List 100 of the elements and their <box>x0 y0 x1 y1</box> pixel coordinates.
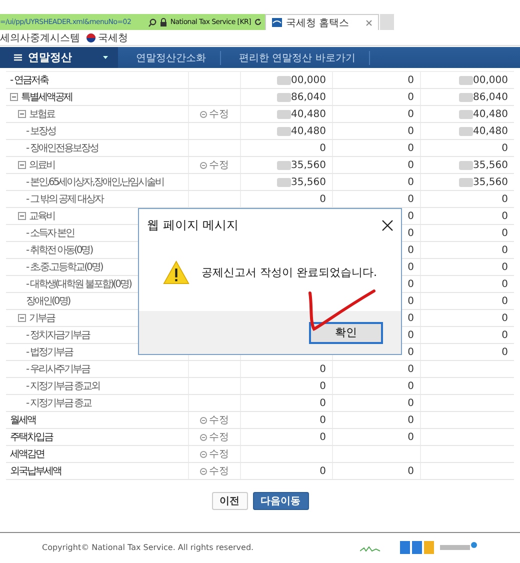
breadcrumb-link[interactable]: 연말정산간소화 <box>118 50 221 64</box>
row-label: 의료비 <box>29 159 54 172</box>
amount-cell: 40,480 <box>291 126 326 136</box>
circle-minus-icon <box>200 162 207 168</box>
amount-cell: 0 <box>408 296 414 306</box>
amount-cell: 0 <box>502 312 508 324</box>
amount-cell: 0 <box>408 466 414 476</box>
circle-minus-icon <box>200 468 207 474</box>
row-label: - 지정기부금 종교외 <box>26 380 100 393</box>
row-label: 기부금 <box>29 312 54 325</box>
refresh-icon[interactable] <box>254 18 262 26</box>
row-label: - 보장성 <box>26 125 56 138</box>
search-icon[interactable] <box>148 18 158 26</box>
amount-cell: 0 <box>502 142 508 154</box>
amount-cell: 00,000 <box>291 74 326 86</box>
amount-cell: 0 <box>408 74 414 86</box>
amount-cell: 0 <box>408 262 414 272</box>
edit-link[interactable]: 수정 <box>200 430 229 444</box>
warning-icon <box>163 259 190 286</box>
browser-tab[interactable]: 국세청 홈택스 <box>265 14 379 30</box>
row-label: 교육비 <box>29 210 54 223</box>
row-label: - 지정기부금 종교 <box>26 397 91 410</box>
row-label: - 연금저축 <box>10 74 48 87</box>
row-label: 특별세액공제 <box>21 91 72 104</box>
amount-cell: 0 <box>502 210 508 222</box>
amount-cell: 35,560 <box>473 160 508 170</box>
amount-cell: 35,560 <box>473 176 508 188</box>
amount-cell: 0 <box>502 194 508 204</box>
dialog-title: 웹 페이지 메시지 <box>147 217 239 234</box>
amount-cell: 0 <box>320 364 326 374</box>
amount-cell: 0 <box>408 142 414 154</box>
edit-link[interactable]: 수정 <box>200 464 229 478</box>
edit-link[interactable]: 수정 <box>200 158 229 172</box>
tree-toggle-icon[interactable] <box>18 314 26 322</box>
row-label: - 소득자 본인 <box>26 227 74 240</box>
row-label: - 그 밖의 공제 대상자 <box>26 193 103 206</box>
edit-link[interactable]: 수정 <box>200 107 229 121</box>
amount-cell: 00,000 <box>473 74 508 86</box>
amount-cell: 0 <box>320 398 326 408</box>
amount-cell: 0 <box>408 380 414 392</box>
amount-cell: 35,560 <box>291 176 326 188</box>
breadcrumb-link[interactable]: 편리한 연말정산 바로가기 <box>221 50 370 64</box>
amount-cell: 86,040 <box>473 92 508 102</box>
tree-toggle-icon[interactable] <box>18 161 26 169</box>
copyright-text: Copyright© National Tax Service. All rights reserved. <box>42 542 254 552</box>
amount-cell: 0 <box>408 398 414 408</box>
amount-cell: 0 <box>408 364 414 374</box>
row-label: 월세액 <box>10 414 36 427</box>
amount-cell: 0 <box>408 194 414 204</box>
row-label: - 본인,65세이상자,장애인,난임시술비 <box>26 176 164 189</box>
next-button[interactable]: 다음이동 <box>252 492 308 510</box>
row-label: 보험료 <box>29 108 54 121</box>
amount-cell: 86,040 <box>291 92 326 102</box>
amount-cell: 0 <box>408 278 414 290</box>
emblem-icon <box>86 32 96 42</box>
edit-link[interactable]: 수정 <box>200 447 229 461</box>
row-label: 장애인(0명) <box>26 295 70 308</box>
menu-icon <box>14 54 22 61</box>
circle-minus-icon <box>200 434 207 440</box>
tree-toggle-icon[interactable] <box>18 110 26 118</box>
row-label: - 초.중.고등학교(0명) <box>26 261 102 274</box>
amount-cell: 0 <box>502 228 508 238</box>
favorite-link[interactable]: 국세청 <box>98 30 128 44</box>
amount-cell: 0 <box>408 160 414 170</box>
edit-link[interactable]: 수정 <box>200 413 229 427</box>
amount-cell: 0 <box>320 194 326 204</box>
tree-toggle-icon[interactable] <box>18 212 26 220</box>
ok-button[interactable]: 확인 <box>309 322 383 344</box>
circle-minus-icon <box>200 416 207 424</box>
menu-button[interactable]: 연말정산 <box>0 47 118 68</box>
amount-cell: 0 <box>320 414 326 426</box>
previous-button[interactable]: 이전 <box>212 492 248 510</box>
row-label: - 대학생(대학원 불포함)(0명) <box>26 278 131 291</box>
amount-cell: 0 <box>408 414 414 426</box>
lock-icon <box>160 18 168 26</box>
amount-cell: 0 <box>502 262 508 272</box>
row-label: - 장애인전용보장성 <box>26 142 98 155</box>
amount-cell: 0 <box>408 346 414 358</box>
amount-cell: 40,480 <box>473 126 508 136</box>
row-label: - 취학전 아동(0명) <box>26 244 92 257</box>
amount-cell: 40,480 <box>473 108 508 120</box>
amount-cell: 0 <box>502 330 508 340</box>
amount-cell: 0 <box>502 346 508 358</box>
amount-cell: 0 <box>408 312 414 324</box>
close-icon[interactable] <box>382 220 393 231</box>
row-label: 외국납부세액 <box>10 465 61 478</box>
amount-cell: 0 <box>320 142 326 154</box>
amount-cell: 0 <box>320 380 326 392</box>
amount-cell: 0 <box>408 126 414 136</box>
row-label: - 정치자금기부금 <box>26 329 90 342</box>
amount-cell: 0 <box>502 244 508 256</box>
tree-toggle-icon[interactable] <box>10 93 18 101</box>
circle-minus-icon <box>200 110 207 118</box>
site-icon <box>272 18 282 27</box>
amount-cell: 0 <box>408 108 414 120</box>
favorite-link[interactable]: 세의사중계시스템 <box>0 30 80 44</box>
dialog-message: 공제신고서 작성이 완료되었습니다. <box>202 265 377 280</box>
row-label: - 우리사주기부금 <box>26 363 90 376</box>
amount-cell: 0 <box>408 92 414 102</box>
amount-cell: 0 <box>408 228 414 238</box>
